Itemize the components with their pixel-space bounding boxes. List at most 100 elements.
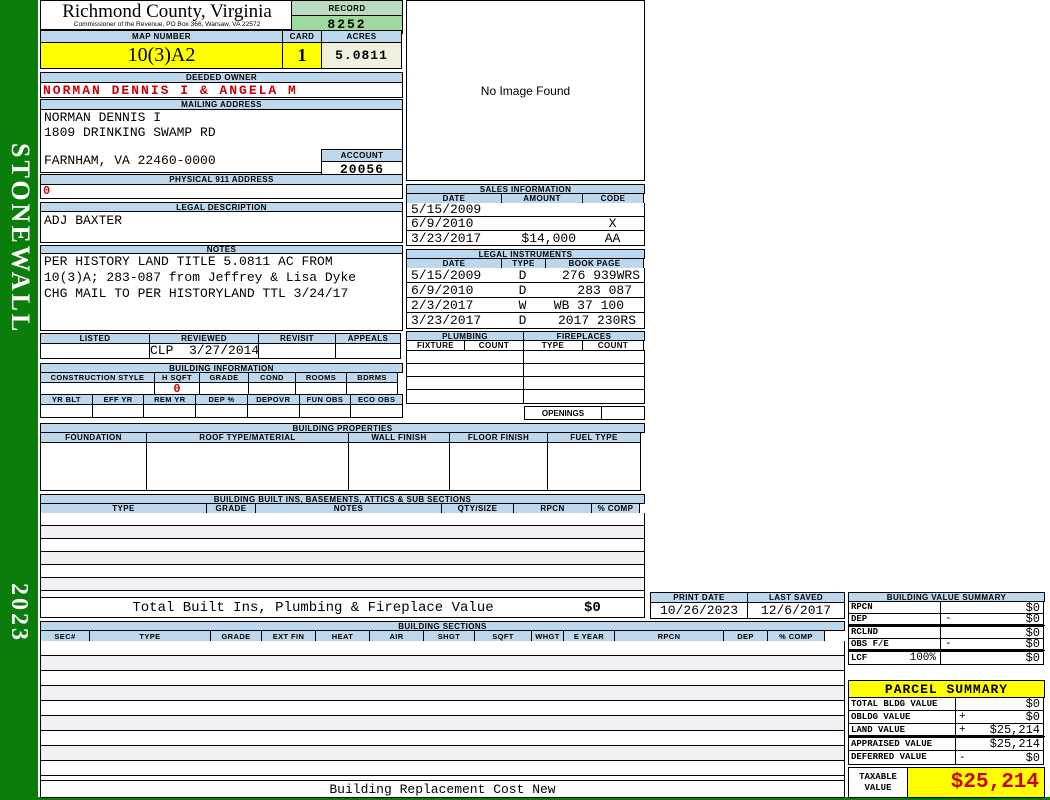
building-value-summary-table: RPCN $0 DEP - $0 RCLND $0 OBS F/E - $0 L… [848,601,1045,665]
sales-date: 5/15/2009 [411,202,482,217]
plumbing-cell [406,363,524,377]
legal-description-value: ADJ BAXTER [40,211,403,243]
bvs-row: LCF 100% $0 [848,651,1045,665]
sales-amount: $14,000 [521,230,576,246]
deppct-value [195,404,248,418]
sales-row: 5/15/2009 [406,202,645,217]
print-date-value: 10/26/2023 [650,602,748,619]
plumbing-cell [406,350,524,364]
office-subtitle: Commissioner of the Revenue, PO Box 366,… [73,21,261,28]
bvs-row-valuecell: - $0 [940,612,1044,626]
sales-date: 3/23/2017 [411,230,482,246]
mailing-address-box: NORMAN DENNIS I 1809 DRINKING SWAMP RD F… [40,109,403,178]
yrblt-value [40,404,93,418]
building-sections-empty-row [40,686,845,701]
building-properties-body [40,442,645,491]
parcel-value: $25,214 [989,722,1040,737]
county-title: Richmond County, Virginia [62,1,272,22]
remyr-value [143,404,197,418]
building-sections-empty-row [40,641,845,656]
pf-empty-row [406,350,645,364]
sales-date: 6/9/2010 [411,216,474,231]
ecoobs-value [350,404,404,418]
parcel-row: TOTAL BLDG VALUE $0 [848,697,1045,711]
parcel-row-valuecell: - $0 [955,750,1044,765]
parcel-row-label: OBLDG VALUE [848,710,956,724]
bvs-op: - [945,638,952,650]
built-ins-empty-row [40,539,645,552]
parcel-row-label: TOTAL BLDG VALUE [848,697,956,711]
record-label: RECORD [291,0,403,16]
mailing-line: 1809 DRINKING SWAMP RD [44,125,216,140]
roof-type-value [146,442,349,491]
bvs-value: $0 [1025,651,1040,665]
plumbing-cell [406,376,524,390]
no-image-text: No Image Found [480,83,571,98]
deeded-owner-value: NORMAN DENNIS I & ANGELA M [40,82,403,98]
map-value-row: 10(3)A2 1 5.0811 [40,42,403,69]
bvs-op: - [945,613,952,625]
parcel-row-label: DEFERRED VALUE [848,750,956,765]
sales-code: X [608,216,617,231]
li-bookpage: 283 087 [577,282,632,298]
fireplaces-cell [523,350,645,364]
built-ins-empty-row [40,526,645,539]
parcel-summary-table: TOTAL BLDG VALUE $0 OBLDG VALUE + $0 LAN… [848,697,1045,765]
built-ins-empty-row [40,565,645,578]
li-type: D [518,267,527,283]
account-box: ACCOUNT 20056 [321,149,403,178]
parcel-row-label: APPRAISED VALUE [848,737,956,751]
building-sections-body [40,641,845,791]
bvs-lcf-label: LCF [851,653,868,663]
bvs-value: $0 [1025,612,1040,626]
li-type: W [518,297,527,313]
building-info-values2 [40,404,404,418]
li-date: 3/23/2017 [411,313,482,328]
legal-instrument-row: 2/3/2017 W WB 37 100 [406,298,645,313]
sidebar: STONEWALL 2023 [0,0,38,800]
record-box: RECORD 8252 [291,0,403,34]
pf-empty-row [406,363,645,377]
sales-row: 3/23/2017 $14,000 AA [406,231,645,246]
appeals-value [335,343,401,359]
building-sections-empty-row [40,701,845,716]
parcel-row: LAND VALUE + $25,214 [848,723,1045,737]
building-sections-footer: Building Replacement Cost New [40,780,845,798]
li-date: 6/9/2010 [411,282,474,298]
built-ins-total-label: Total Built Ins, Plumbing & Fireplace Va… [132,599,494,616]
li-type: D [518,313,527,328]
review-value-row: CLP 3/27/2014 [40,343,403,359]
parcel-row-valuecell: + $25,214 [955,722,1044,737]
building-sections-empty-row [40,716,845,731]
sales-row: 6/9/2010 X [406,216,645,231]
physical-address-value: 0 [40,184,403,199]
print-info-values: 10/26/2023 12/6/2017 [650,602,845,619]
legal-instrument-row: 5/15/2009 D 276 939WRS [406,268,645,283]
bvs-row-label: OBS F/E [848,638,941,650]
parcel-row: DEFERRED VALUE - $0 [848,750,1045,765]
last-saved-value: 12/6/2017 [747,602,845,619]
openings-row: OPENINGS [524,406,645,420]
building-sections-empty-row [40,656,845,671]
li-date: 2/3/2017 [411,297,474,313]
parcel-value: $0 [1025,697,1040,711]
district-name: STONEWALL [6,143,35,335]
parcel-row-valuecell: $25,214 [955,737,1044,751]
parcel-summary-label: PARCEL SUMMARY [848,680,1045,698]
built-ins-total-row: Total Built Ins, Plumbing & Fireplace Va… [40,597,645,618]
openings-value [601,406,645,420]
property-image-placeholder: No Image Found [406,0,645,181]
bvs-row: OBS F/E - $0 [848,637,1045,651]
pf-empty-row [406,376,645,390]
taxable-value: $25,214 [907,767,1045,798]
li-type: D [518,282,527,298]
built-ins-total-value: $0 [584,599,601,616]
parcel-row: APPRAISED VALUE $25,214 [848,737,1045,751]
li-bookpage: 276 939WRS [561,267,640,283]
notes-box: PER HISTORY LAND TITLE 5.0811 AC FROM 10… [40,253,403,331]
taxable-value-label: TAXABLE VALUE [848,767,908,798]
funobs-value [298,404,352,418]
legal-instrument-row: 3/23/2017 D 2017 230RS [406,313,645,329]
bvs-row-label: DEP [848,613,941,625]
mailing-line: FARNHAM, VA 22460-0000 [44,153,216,168]
